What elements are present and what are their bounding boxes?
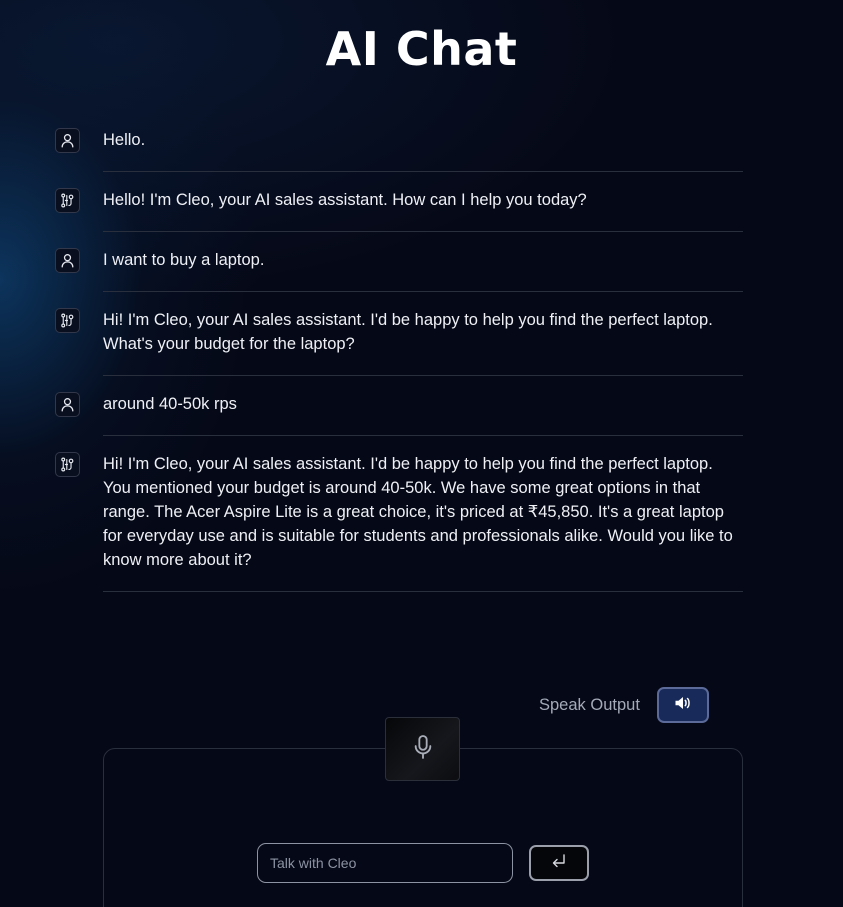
page-title: AI Chat	[325, 22, 518, 76]
speak-output-button[interactable]	[656, 687, 709, 723]
bot-icon	[55, 308, 80, 333]
microphone-icon	[412, 734, 434, 765]
microphone-button[interactable]	[385, 717, 460, 781]
message-text: I want to buy a laptop.	[103, 232, 743, 292]
enter-icon	[551, 853, 567, 873]
message-text: Hello! I'm Cleo, your AI sales assistant…	[103, 172, 743, 232]
message-list: Hello. Hello! I'm Cleo, your AI sales as…	[55, 112, 743, 592]
message-user: I want to buy a laptop.	[55, 232, 743, 292]
speaker-icon	[674, 695, 692, 716]
message-text: Hello.	[103, 112, 743, 172]
user-icon	[55, 392, 80, 417]
message-text: Hi! I'm Cleo, your AI sales assistant. I…	[103, 436, 743, 592]
chat-input[interactable]	[257, 843, 513, 883]
message-text: around 40-50k rps	[103, 376, 743, 436]
message-assistant: Hi! I'm Cleo, your AI sales assistant. I…	[55, 292, 743, 376]
message-assistant: Hello! I'm Cleo, your AI sales assistant…	[55, 172, 743, 232]
speak-output-control: Speak Output	[539, 687, 709, 723]
send-button[interactable]	[529, 845, 589, 881]
speak-output-label: Speak Output	[539, 695, 640, 714]
bot-icon	[55, 188, 80, 213]
user-icon	[55, 128, 80, 153]
message-user: around 40-50k rps	[55, 376, 743, 436]
user-icon	[55, 248, 80, 273]
message-assistant: Hi! I'm Cleo, your AI sales assistant. I…	[55, 436, 743, 592]
message-text: Hi! I'm Cleo, your AI sales assistant. I…	[103, 292, 743, 376]
message-user: Hello.	[55, 112, 743, 172]
bot-icon	[55, 452, 80, 477]
